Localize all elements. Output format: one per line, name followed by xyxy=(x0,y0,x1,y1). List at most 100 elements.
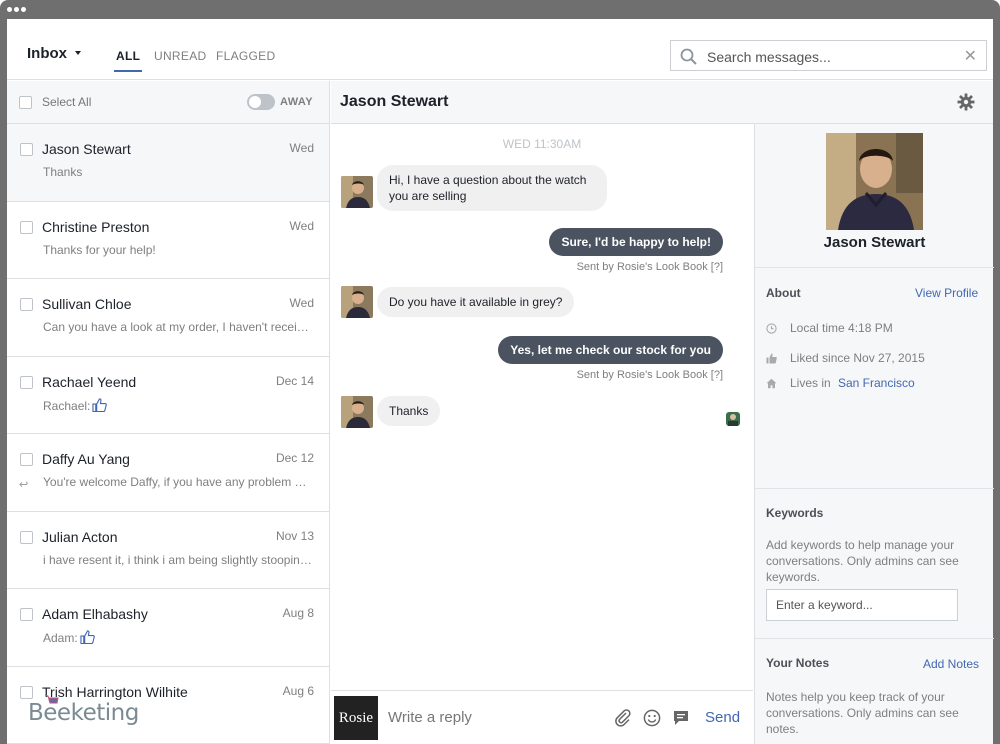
keywords-title: Keywords xyxy=(766,506,824,520)
conversation-item[interactable]: Rachael Yeend Dec 14 Rachael: xyxy=(7,356,329,434)
sent-by-label: Sent by Rosie's Look Book [?] xyxy=(576,261,723,273)
keyword-placeholder: Enter a keyword... xyxy=(776,598,873,612)
page-avatar: Rosie xyxy=(334,696,378,740)
conversation-date: Nov 13 xyxy=(275,528,314,543)
section-divider xyxy=(755,638,994,639)
filter-tab-flagged[interactable]: FLAGGED xyxy=(216,49,275,63)
emoji-icon[interactable] xyxy=(643,709,661,727)
outgoing-message: Sure, I'd be happy to help! xyxy=(549,228,723,256)
city-link[interactable]: San Francisco xyxy=(838,376,915,390)
toggle-knob xyxy=(249,96,261,108)
conversation-date: Wed xyxy=(289,296,314,310)
local-time: Local time 4:18 PM xyxy=(790,321,893,335)
top-bar: Inbox ALL UNREAD FLAGGED Search messages… xyxy=(7,19,993,80)
inbox-dropdown[interactable]: Inbox xyxy=(27,45,81,62)
conversation-checkbox[interactable] xyxy=(20,608,33,621)
contact-name: Rachael Yeend xyxy=(42,373,137,390)
chat-title: Jason Stewart xyxy=(340,93,449,110)
home-icon xyxy=(766,378,777,389)
preview-sender: Adam: xyxy=(43,631,78,645)
lives-in-label: Lives in xyxy=(790,376,831,390)
conversation-checkbox[interactable] xyxy=(20,143,33,156)
sent-by-label: Sent by Rosie's Look Book [?] xyxy=(576,369,723,381)
contact-name: Trish Harrington Wilhite xyxy=(42,683,188,700)
thumbs-up-icon xyxy=(80,630,95,644)
contact-name: Jason Stewart xyxy=(42,141,131,157)
message-preview: You're welcome Daffy, if you have any pr… xyxy=(43,475,313,489)
window-dot-icon xyxy=(14,7,19,12)
profile-name: Jason Stewart xyxy=(823,234,926,251)
chat-timestamp: WED 11:30AM xyxy=(502,137,582,151)
chat-header: Jason Stewart xyxy=(331,81,993,124)
conversation-checkbox[interactable] xyxy=(20,375,33,389)
contact-name: Christine Preston xyxy=(42,218,150,235)
contact-name: Daffy Au Yang xyxy=(42,451,130,467)
about-title: About xyxy=(766,286,801,300)
profile-card: Jason Stewart xyxy=(755,124,994,268)
conversation-checkbox[interactable] xyxy=(20,298,33,311)
window-dot-icon xyxy=(21,7,26,12)
incoming-message: Hi, I have a question about the watch yo… xyxy=(377,165,607,211)
message-preview: Thanks xyxy=(43,165,83,179)
conversation-list-panel: Select All AWAY Jason Stewart Wed Thanks… xyxy=(7,81,330,744)
profile-photo xyxy=(826,133,923,230)
conversation-item[interactable]: Daffy Au Yang Dec 12 ↩ You're welcome Da… xyxy=(7,434,329,512)
select-all-checkbox[interactable] xyxy=(19,96,32,109)
replied-arrow-icon: ↩ xyxy=(19,479,29,491)
conversation-item[interactable]: Julian Acton Nov 13 i have resent it, i … xyxy=(7,511,329,589)
filter-tab-unread[interactable]: UNREAD xyxy=(154,49,206,63)
message-preview: Adam: xyxy=(43,630,313,645)
like-icon xyxy=(766,353,777,364)
away-label: AWAY xyxy=(280,96,313,108)
search-input[interactable]: Search messages... xyxy=(707,49,831,65)
conversation-date: Aug 6 xyxy=(282,683,314,698)
message-preview: Rachael: xyxy=(43,397,313,413)
outgoing-message: Yes, let me check our stock for you xyxy=(498,336,723,364)
conversation-item[interactable]: Adam Elhabashy Aug 8 Adam: xyxy=(7,589,329,667)
contact-name: Adam Elhabashy xyxy=(42,606,148,622)
reply-input[interactable]: Write a reply xyxy=(388,709,472,726)
window-dot-icon xyxy=(7,7,12,12)
list-header: Select All AWAY xyxy=(7,81,329,124)
message-preview: i have resent it, i think i am being sli… xyxy=(43,552,313,567)
search-icon xyxy=(680,48,697,65)
liked-since: Liked since Nov 27, 2015 xyxy=(790,351,925,365)
contact-name: Julian Acton xyxy=(42,528,118,545)
search-box[interactable]: Search messages... ✕ xyxy=(670,40,987,71)
conversation-item[interactable]: Jason Stewart Wed Thanks xyxy=(7,124,329,202)
saved-replies-icon[interactable] xyxy=(672,709,690,727)
conversation-date: Aug 8 xyxy=(282,606,314,620)
conversation-checkbox[interactable] xyxy=(20,453,33,466)
keyword-input[interactable]: Enter a keyword... xyxy=(766,589,958,621)
message-preview: Thanks for your help! xyxy=(43,242,156,257)
contact-avatar xyxy=(341,286,373,318)
contact-avatar xyxy=(341,396,373,428)
conversation-date: Wed xyxy=(289,218,314,233)
section-divider xyxy=(755,488,994,489)
composer: Rosie Write a reply Send xyxy=(331,690,753,744)
conversation-checkbox[interactable] xyxy=(20,220,33,234)
conversation-item[interactable]: Sullivan Chloe Wed Can you have a look a… xyxy=(7,279,329,357)
add-notes-link[interactable]: Add Notes xyxy=(923,657,979,671)
view-profile-link[interactable]: View Profile xyxy=(915,286,978,300)
clear-search-icon[interactable]: ✕ xyxy=(964,46,977,66)
conversation-date: Wed xyxy=(289,141,314,155)
clock-icon xyxy=(766,323,777,334)
seen-avatar-icon xyxy=(726,412,740,426)
keywords-description: Add keywords to help manage your convers… xyxy=(766,538,959,584)
conversation-item[interactable]: Christine Preston Wed Thanks for your he… xyxy=(7,201,329,279)
incoming-message: Do you have it available in grey? xyxy=(377,287,575,317)
thumbs-up-icon xyxy=(92,397,108,412)
conversation-checkbox[interactable] xyxy=(20,530,33,544)
send-button[interactable]: Send xyxy=(705,709,740,726)
notes-title: Your Notes xyxy=(766,656,830,670)
conversation-checkbox[interactable] xyxy=(20,685,33,699)
away-toggle[interactable] xyxy=(247,94,275,110)
preview-sender: Rachael: xyxy=(43,398,91,413)
inbox-label: Inbox xyxy=(27,45,67,62)
filter-tab-all[interactable]: ALL xyxy=(113,49,143,72)
incoming-message: Thanks xyxy=(377,396,441,426)
conversation-date: Dec 12 xyxy=(275,451,314,465)
paperclip-icon[interactable] xyxy=(614,709,632,727)
gear-icon[interactable] xyxy=(957,93,975,111)
